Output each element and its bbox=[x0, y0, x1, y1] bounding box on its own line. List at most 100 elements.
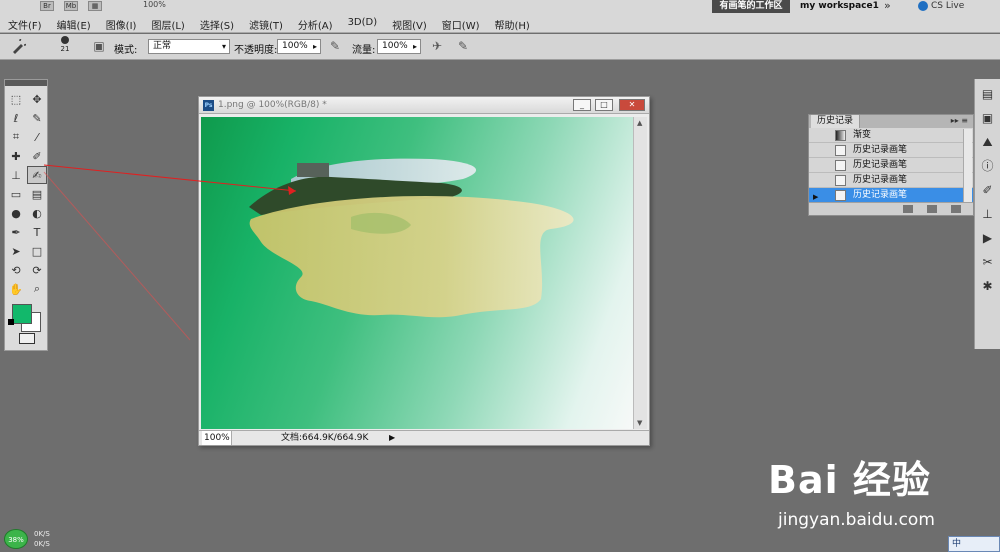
mode-select[interactable]: 正常 ▾ bbox=[148, 39, 230, 54]
document-zoom-field[interactable]: 100% bbox=[202, 431, 232, 445]
flow-field[interactable]: 100% ▸ bbox=[377, 39, 421, 54]
scroll-down-icon[interactable]: ▼ bbox=[637, 419, 642, 427]
menu-file[interactable]: 文件(F) bbox=[8, 17, 42, 32]
blur-tool[interactable]: ● bbox=[6, 204, 26, 222]
workspace-active-button[interactable]: 有画笔的工作区 bbox=[712, 0, 790, 13]
snapshot-icon[interactable] bbox=[903, 205, 913, 213]
airbrush-icon[interactable]: ✈ bbox=[430, 39, 444, 53]
scroll-up-icon[interactable]: ▲ bbox=[637, 119, 642, 127]
history-brush-tool-icon[interactable] bbox=[10, 39, 26, 55]
new-document-icon[interactable] bbox=[927, 205, 937, 213]
foreground-color-swatch[interactable] bbox=[12, 304, 32, 324]
history-footer bbox=[809, 202, 973, 215]
history-source-checkbox[interactable] bbox=[813, 145, 824, 156]
history-source-checkbox[interactable] bbox=[813, 160, 824, 171]
actions-icon[interactable]: ▶ bbox=[979, 229, 997, 247]
menu-window[interactable]: 窗口(W) bbox=[442, 17, 480, 32]
pressure-opacity-icon[interactable]: ✎ bbox=[328, 39, 342, 53]
navigator-icon[interactable]: ⛰ bbox=[979, 133, 997, 151]
maximize-button[interactable]: □ bbox=[595, 99, 613, 111]
zoom-tool[interactable]: ⌕ bbox=[27, 280, 47, 298]
minibridge-icon[interactable]: Mb bbox=[64, 1, 78, 11]
menu-view[interactable]: 视图(V) bbox=[392, 17, 427, 32]
type-tool-icon: T bbox=[33, 225, 41, 239]
default-colors-icon[interactable] bbox=[8, 319, 14, 325]
workspace-more-icon[interactable]: » bbox=[884, 0, 891, 12]
gradient-tool[interactable]: ▤ bbox=[27, 185, 47, 203]
eraser-tool[interactable]: ▭ bbox=[6, 185, 26, 203]
lasso-tool[interactable]: ℓ bbox=[6, 109, 26, 127]
opacity-field[interactable]: 100% ▸ bbox=[277, 39, 321, 54]
app-zoom-level[interactable]: 100% bbox=[143, 0, 166, 9]
blur-tool-icon: ● bbox=[11, 206, 21, 220]
path-select-tool[interactable]: ➤ bbox=[6, 242, 26, 260]
crop-tool[interactable]: ⌗ bbox=[6, 128, 26, 146]
bridge-icon[interactable]: Br bbox=[40, 1, 54, 11]
trash-icon[interactable] bbox=[951, 205, 961, 213]
menu-edit[interactable]: 编辑(E) bbox=[57, 17, 91, 32]
pressure-size-icon[interactable]: ✎ bbox=[456, 39, 470, 53]
history-scrollbar[interactable] bbox=[963, 129, 972, 203]
history-row[interactable]: 历史记录画笔 bbox=[809, 188, 973, 203]
history-row[interactable]: 历史记录画笔 bbox=[809, 158, 973, 173]
menu-help[interactable]: 帮助(H) bbox=[495, 17, 530, 32]
shape-tool[interactable]: □ bbox=[27, 242, 47, 260]
history-row[interactable]: 历史记录画笔 bbox=[809, 173, 973, 188]
clone-source-icon[interactable]: ⊥ bbox=[979, 205, 997, 223]
menu-layer[interactable]: 图层(L) bbox=[151, 17, 184, 32]
history-brush-tool[interactable]: ✍ bbox=[27, 166, 47, 184]
net-rates: 0K/S 0K/S bbox=[34, 529, 50, 549]
quick-select-tool[interactable]: ✎ bbox=[27, 109, 47, 127]
menu-image[interactable]: 图像(I) bbox=[106, 17, 137, 32]
panel-menu-icon[interactable]: ▸▸ ≡ bbox=[951, 116, 968, 125]
history-source-checkbox[interactable] bbox=[813, 130, 824, 141]
3d-rotate-tool[interactable]: ⟲ bbox=[6, 261, 26, 279]
tool-presets-icon[interactable]: ✂ bbox=[979, 253, 997, 271]
menu-bar: Br Mb ▦ 100% 文件(F) 编辑(E) 图像(I) 图层(L) 选择(… bbox=[0, 0, 1000, 33]
tools-panel: ⬚ ✥ ℓ ✎ ⌗ ⁄ ✚ ✐ ⊥ ✍ ▭ ▤ ● ◐ ✒ T ➤ □ ⟲ ⟳ ✋ ⌕ bbox=[4, 79, 48, 351]
quick-mask-button[interactable] bbox=[19, 333, 35, 344]
brush-presets-icon[interactable]: ✐ bbox=[979, 181, 997, 199]
marquee-tool[interactable]: ⬚ bbox=[6, 90, 26, 108]
percent-badge[interactable]: 38% bbox=[4, 529, 28, 549]
document-title-bar[interactable]: Ps 1.png @ 100%(RGB/8) * _ □ ✕ bbox=[199, 97, 649, 114]
type-tool[interactable]: T bbox=[27, 223, 47, 241]
history-source-checkbox[interactable] bbox=[813, 175, 824, 186]
close-button[interactable]: ✕ bbox=[619, 99, 645, 111]
menu-analysis[interactable]: 分析(A) bbox=[298, 17, 333, 32]
settings-icon[interactable]: ✱ bbox=[979, 277, 997, 295]
brush-panel-toggle-icon[interactable]: ▣ bbox=[92, 39, 106, 53]
pen-tool[interactable]: ✒ bbox=[6, 223, 26, 241]
healing-brush-tool[interactable]: ✚ bbox=[6, 147, 26, 165]
eyedropper-tool[interactable]: ⁄ bbox=[27, 128, 47, 146]
document-status-bar: 100% 文档:664.9K/664.9K ▶ bbox=[199, 430, 649, 445]
document-canvas[interactable] bbox=[201, 117, 633, 429]
brush-tool[interactable]: ✐ bbox=[27, 147, 47, 165]
brush-preset-picker[interactable]: 21 bbox=[57, 36, 73, 53]
vertical-scrollbar[interactable]: ▲ ▼ bbox=[633, 117, 647, 429]
ime-indicator[interactable]: 中 bbox=[948, 536, 1000, 552]
hand-tool[interactable]: ✋ bbox=[6, 280, 26, 298]
history-row[interactable]: 历史记录画笔 bbox=[809, 143, 973, 158]
minimize-button[interactable]: _ bbox=[573, 99, 591, 111]
arrange-icon[interactable]: ▦ bbox=[88, 1, 102, 11]
move-tool[interactable]: ✥ bbox=[27, 90, 47, 108]
workspace-button[interactable]: my workspace1 bbox=[800, 0, 879, 12]
info-icon[interactable]: ⓘ bbox=[979, 157, 997, 175]
3d-orbit-tool[interactable]: ⟳ bbox=[27, 261, 47, 279]
clone-stamp-tool[interactable]: ⊥ bbox=[6, 166, 26, 184]
history-panel-icon[interactable]: ▣ bbox=[979, 109, 997, 127]
eyedropper-tool-icon: ⁄ bbox=[36, 130, 38, 144]
brush-size: 21 bbox=[60, 45, 70, 53]
dock-icon-1[interactable]: ▤ bbox=[979, 85, 997, 103]
history-row[interactable]: 渐变 bbox=[809, 128, 973, 143]
document-info[interactable]: 文档:664.9K/664.9K bbox=[281, 431, 368, 445]
cs-live-button[interactable]: CS Live bbox=[918, 0, 964, 12]
status-menu-icon[interactable]: ▶ bbox=[389, 431, 395, 445]
history-tab[interactable]: 历史记录 bbox=[811, 115, 861, 128]
menu-filter[interactable]: 滤镜(T) bbox=[249, 17, 283, 32]
menu-3d[interactable]: 3D(D) bbox=[348, 17, 378, 32]
dodge-tool[interactable]: ◐ bbox=[27, 204, 47, 222]
history-source-checkbox[interactable] bbox=[813, 190, 824, 201]
menu-select[interactable]: 选择(S) bbox=[200, 17, 234, 32]
